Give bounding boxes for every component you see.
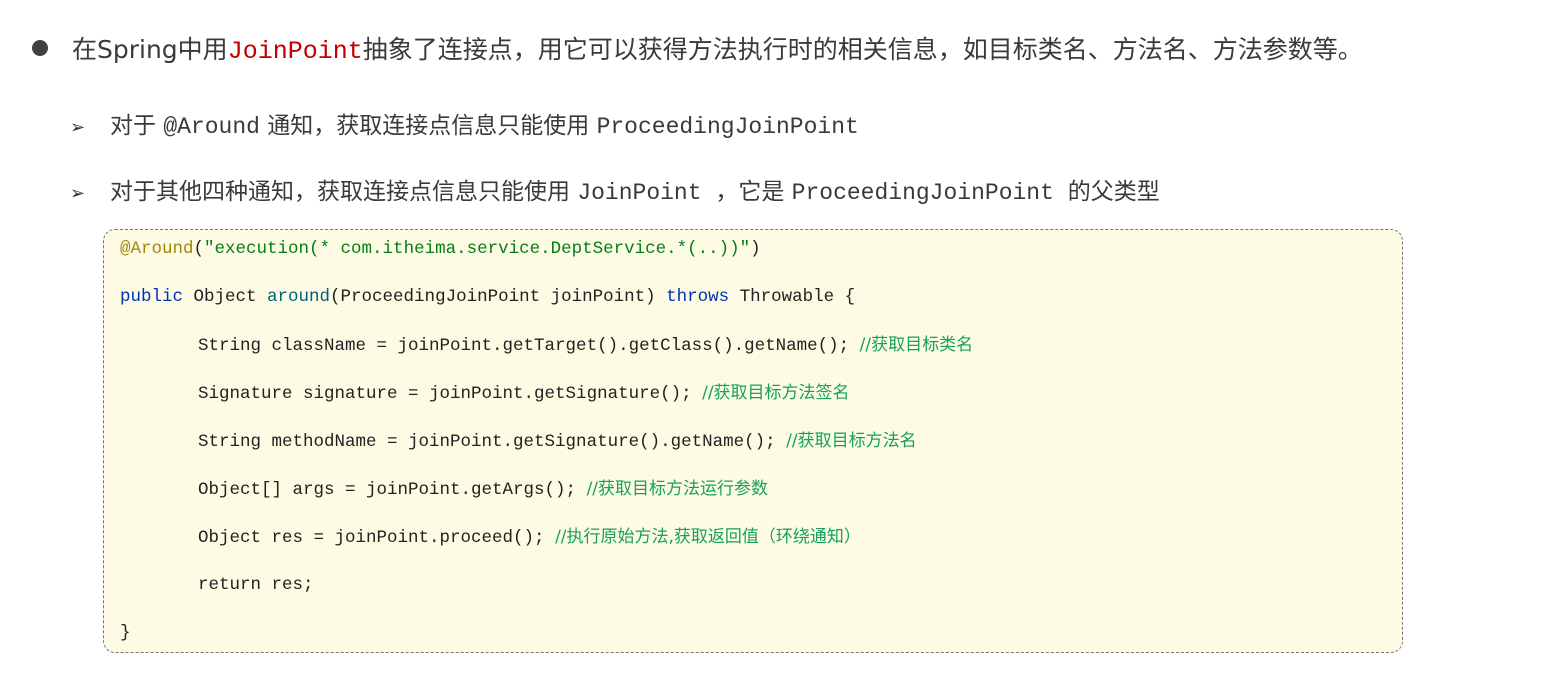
bullet-dot-icon [32,40,48,56]
code-line: Object res = joinPoint.proceed(); //执行原始… [120,524,1402,572]
sub-bullet-text: JoinPoint [577,180,716,206]
code-block: @Around("execution(* com.itheima.service… [103,229,1403,653]
code-token-pl: ( [193,239,205,259]
arrow-bullet-icon: ➢ [70,117,86,138]
code-token-ann: @Around [120,239,194,259]
code-line: } [120,620,1402,668]
code-token-pl: Throwable { [739,287,856,307]
code-token-pl: (ProceedingJoinPoint joinPoint) [330,287,667,307]
main-prefix: 在Spring中用 [72,35,228,64]
code-line: public Object around(ProceedingJoinPoint… [120,284,1402,332]
main-suffix: 抽象了连接点，用它可以获得方法执行时的相关信息，如目标类名、方法名、方法参数等。 [362,35,1363,64]
code-token-cm: //获取目标类名 [859,335,974,355]
code-token-pl: String className = joinPoint.getTarget()… [198,336,860,356]
code-line: String className = joinPoint.getTarget()… [120,332,1402,380]
code-token-pl: Object res = joinPoint.proceed(); [198,528,556,548]
code-token-cm: //执行原始方法,获取返回值（环绕通知） [555,527,861,547]
code-token-pl: Object[] args = joinPoint.getArgs(); [198,480,587,500]
code-token-pl: } [120,623,131,643]
main-highlight: JoinPoint [227,37,363,66]
sub-bullet-2: ➢ 对于其他四种通知，获取连接点信息只能使用 JoinPoint ，它是 Proc… [70,172,1160,206]
code-token-pl: Object [193,287,268,307]
code-token-kw: public [120,287,194,307]
code-token-str: "execution(* com.itheima.service.DeptSer… [204,239,751,259]
code-token-kw: throws [666,287,740,307]
code-token-pl: Signature signature = joinPoint.getSigna… [198,384,703,404]
code-token-cm: //获取目标方法名 [786,431,917,451]
sub-bullet-text: 对于其他四种通知，获取连接点信息只能使用 [110,179,578,205]
sub-bullet-text: 的父类型 [1067,179,1160,205]
sub-bullet-text: @Around [163,114,260,140]
code-line: Signature signature = joinPoint.getSigna… [120,380,1402,428]
code-line: Object[] args = joinPoint.getArgs(); //获… [120,476,1402,524]
code-token-fn: around [267,287,331,307]
code-token-cm: //获取目标方法签名 [702,383,850,403]
main-bullet: 在Spring中用JoinPoint抽象了连接点，用它可以获得方法执行时的相关信… [32,30,1363,66]
code-line: return res; [120,572,1402,620]
arrow-bullet-icon: ➢ [70,183,86,204]
code-line: String methodName = joinPoint.getSignatu… [120,428,1402,476]
sub-bullet-text: ，它是 [715,179,792,205]
sub-bullet-text: ProceedingJoinPoint [791,180,1068,206]
code-token-pl: ) [750,239,761,259]
sub-bullet-text: 通知，获取连接点信息只能使用 [259,113,597,139]
code-token-pl: return res; [198,575,314,595]
sub-bullet-1: ➢ 对于 @Around 通知，获取连接点信息只能使用 ProceedingJoi… [70,106,859,140]
code-token-cm: //获取目标方法运行参数 [586,479,769,499]
code-line: @Around("execution(* com.itheima.service… [120,236,1402,284]
sub-bullet-text: ProceedingJoinPoint [596,114,859,140]
sub-bullet-text: 对于 [110,113,164,139]
code-token-pl: String methodName = joinPoint.getSignatu… [198,432,787,452]
